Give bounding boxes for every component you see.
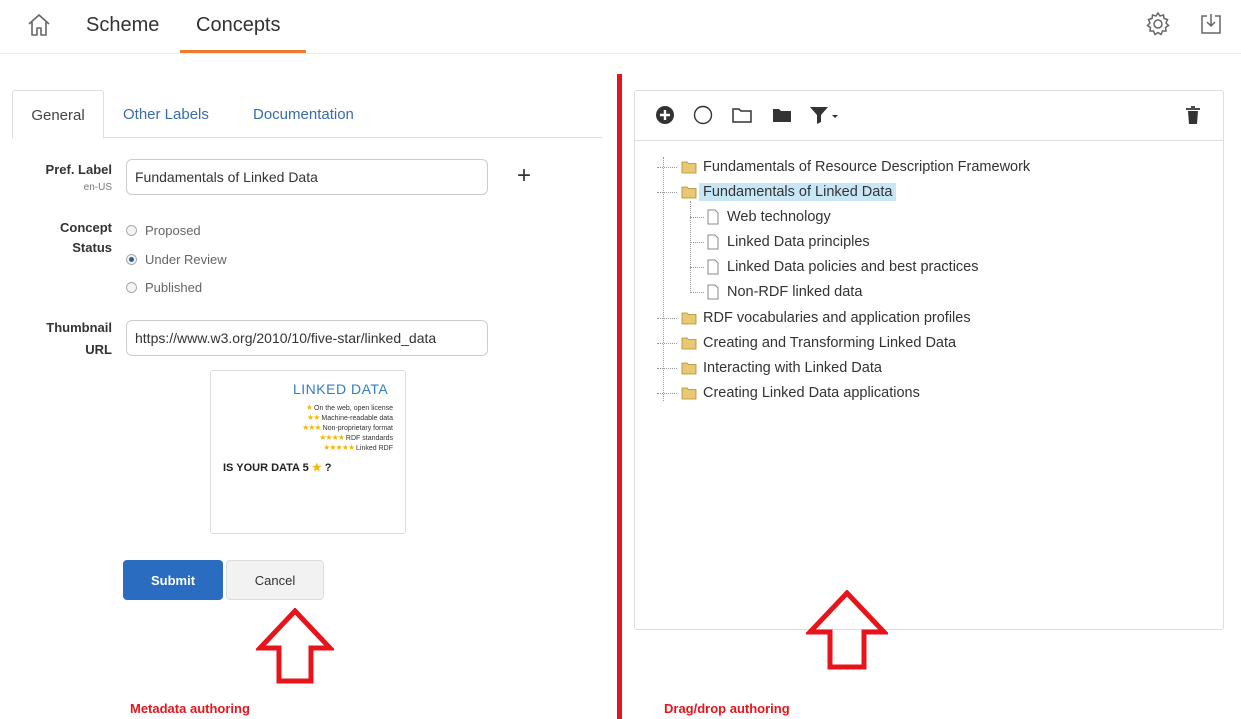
tree-node-label: Web technology: [727, 209, 831, 225]
tree-node-file[interactable]: Linked Data principles: [705, 231, 870, 253]
status-option-label: Proposed: [145, 223, 201, 238]
download-icon[interactable]: [1198, 11, 1224, 37]
tree-line: [690, 217, 704, 218]
thumbnail-line: ★★ Machine-readable data: [307, 413, 393, 422]
tree-line: [690, 267, 704, 268]
thumbnail-line: ★★★ Non-proprietary format: [302, 423, 393, 432]
up-arrow-icon: [806, 590, 888, 670]
file-icon: [707, 259, 719, 275]
drag-drop-authoring-caption: Drag/drop authoring: [664, 701, 790, 716]
metadata-authoring-caption: Metadata authoring: [130, 701, 250, 716]
thumbnail-line: ★★★★★ Linked RDF: [323, 443, 393, 452]
tree-line: [663, 157, 664, 401]
folder-icon[interactable]: [771, 105, 793, 130]
tree-node-label: Fundamentals of Resource Description Fra…: [703, 159, 1031, 175]
nav-tab-scheme[interactable]: Scheme: [86, 14, 159, 37]
status-option-under-review[interactable]: Under Review: [126, 252, 227, 267]
tree-line: [690, 292, 704, 293]
thumbnail-url-label-2: URL: [85, 342, 112, 357]
tree-line: [690, 242, 704, 243]
status-option-proposed[interactable]: Proposed: [126, 223, 201, 238]
tree-node-label: Linked Data principles: [727, 234, 870, 250]
thumbnail-bottom-text: IS YOUR DATA 5 ★ ?: [223, 462, 332, 474]
tree-node-label: Linked Data policies and best practices: [727, 259, 979, 275]
metadata-panel: General Other Labels Documentation Pref.…: [12, 90, 602, 650]
tree-node-folder[interactable]: Interacting with Linked Data: [681, 357, 882, 379]
tree-node-label: Non-RDF linked data: [727, 284, 863, 300]
tree-node-folder[interactable]: Fundamentals of Resource Description Fra…: [681, 156, 1030, 178]
tree-node-file[interactable]: Web technology: [705, 206, 831, 228]
status-option-label: Under Review: [145, 252, 227, 267]
tree-node-label: Creating and Transforming Linked Data: [703, 335, 957, 351]
folder-icon: [681, 387, 697, 400]
concept-tree-panel: Fundamentals of Resource Description Fra…: [634, 90, 1224, 630]
tree-node-label: RDF vocabularies and application profile…: [703, 310, 971, 326]
tree-line: [657, 343, 677, 344]
home-icon[interactable]: [26, 12, 52, 38]
tree-toolbar: [635, 91, 1223, 141]
thumbnail-line: ★ On the web, open license: [305, 403, 393, 412]
folder-outline-icon[interactable]: [731, 105, 753, 130]
circle-icon[interactable]: [693, 105, 713, 130]
section-divider: [617, 74, 622, 719]
pref-label-input[interactable]: [126, 159, 488, 195]
tree-line: [657, 368, 677, 369]
tree-node-label: Creating Linked Data applications: [703, 385, 920, 401]
concept-status-label-2: Status: [72, 240, 112, 255]
active-tab-indicator: [180, 50, 306, 53]
thumbnail-line: ★★★★ RDF standards: [319, 433, 393, 442]
folder-icon: [681, 337, 697, 350]
radio-under-review[interactable]: [126, 254, 137, 265]
up-arrow-icon: [256, 608, 334, 684]
tree-node-file[interactable]: Linked Data policies and best practices: [705, 256, 978, 278]
tree-line: [690, 201, 691, 293]
concept-status-label-1: Concept: [60, 220, 112, 235]
tree-line: [657, 167, 677, 168]
thumbnail-preview: LINKED DATA ★ On the web, open license ★★…: [210, 370, 406, 534]
nav-tab-concepts[interactable]: Concepts: [196, 14, 281, 37]
trash-icon[interactable]: [1185, 105, 1201, 130]
tree-node-label: Fundamentals of Linked Data: [699, 183, 897, 201]
pref-label-lang: en-US: [83, 182, 112, 193]
tree-line: [657, 318, 677, 319]
thumbnail-url-input[interactable]: [126, 320, 488, 356]
file-icon: [707, 284, 719, 300]
folder-icon: [681, 186, 697, 199]
top-nav: Scheme Concepts: [0, 0, 1241, 54]
file-icon: [707, 234, 719, 250]
form-tabs: General Other Labels Documentation: [12, 90, 602, 139]
folder-icon: [681, 161, 697, 174]
tree-node-folder-selected[interactable]: Fundamentals of Linked Data: [681, 181, 897, 203]
tab-general[interactable]: General: [12, 90, 104, 139]
tree-node-file[interactable]: Non-RDF linked data: [705, 281, 862, 303]
add-circle-icon[interactable]: [655, 105, 675, 130]
submit-button[interactable]: Submit: [123, 560, 223, 600]
tree-node-folder[interactable]: Creating Linked Data applications: [681, 382, 920, 404]
tree-line: [657, 192, 677, 193]
status-option-label: Published: [145, 280, 203, 295]
add-label-button[interactable]: +: [517, 164, 531, 188]
tree-node-label: Interacting with Linked Data: [703, 360, 882, 376]
tree-node-folder[interactable]: Creating and Transforming Linked Data: [681, 332, 956, 354]
pref-label-label: Pref. Label: [45, 162, 112, 177]
folder-icon: [681, 312, 697, 325]
tab-documentation[interactable]: Documentation: [253, 90, 354, 138]
tree-node-folder[interactable]: RDF vocabularies and application profile…: [681, 307, 971, 329]
tab-other-labels[interactable]: Other Labels: [123, 90, 209, 138]
radio-published[interactable]: [126, 282, 137, 293]
folder-icon: [681, 362, 697, 375]
thumbnail-url-label-1: Thumbnail: [46, 320, 112, 335]
radio-proposed[interactable]: [126, 225, 137, 236]
cancel-button[interactable]: Cancel: [226, 560, 324, 600]
status-option-published[interactable]: Published: [126, 280, 202, 295]
file-icon: [707, 209, 719, 225]
tree-line: [657, 393, 677, 394]
thumbnail-title: LINKED DATA: [293, 381, 389, 397]
filter-icon[interactable]: [809, 105, 841, 130]
gear-icon[interactable]: [1144, 10, 1172, 38]
